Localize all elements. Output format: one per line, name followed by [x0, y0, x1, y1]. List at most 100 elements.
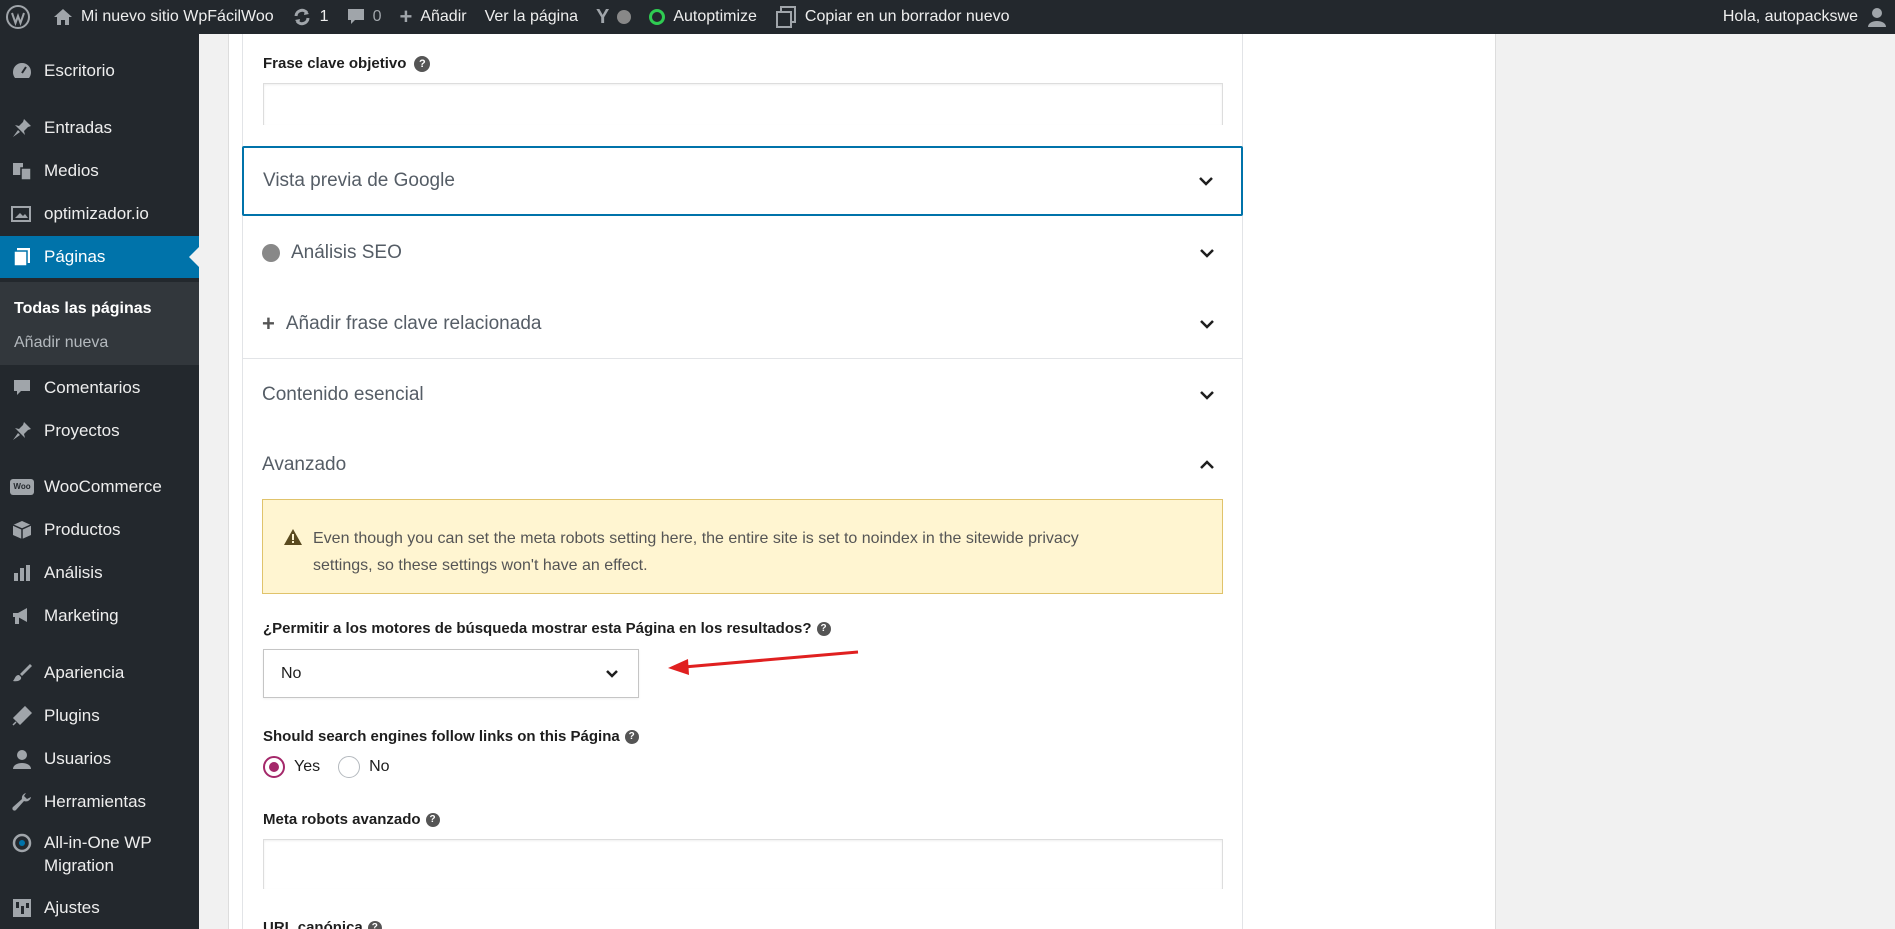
sidebar-item-escritorio[interactable]: Escritorio: [0, 51, 199, 91]
wordpress-icon: [6, 5, 30, 29]
wordpress-logo-button[interactable]: [0, 0, 44, 34]
box-icon: [0, 520, 44, 540]
focus-keyphrase-input[interactable]: [263, 83, 1223, 125]
sidebar-item-proyectos[interactable]: Proyectos: [0, 411, 199, 451]
dashboard-icon: [0, 61, 44, 81]
meta-robots-label: Meta robots avanzado ?: [263, 811, 440, 828]
sidebar-item-analisis[interactable]: Análisis: [0, 553, 199, 593]
chevron-down-icon: [604, 666, 620, 687]
sidebar-item-label: WooCommerce: [44, 477, 162, 496]
notice-text: Even though you can set the meta robots …: [313, 525, 1079, 593]
sidebar-item-label: All-in-One WP: [44, 833, 152, 852]
cornerstone-toggle[interactable]: Contenido esencial: [243, 360, 1242, 430]
pin-icon: [0, 118, 44, 138]
pin-icon: [0, 421, 44, 441]
sidebar-item-all-in-one-migration[interactable]: All-in-One WP Migration: [0, 824, 199, 882]
meta-robots-input[interactable]: [263, 839, 1223, 889]
allow-search-text: ¿Permitir a los motores de búsqueda most…: [263, 620, 812, 637]
sidebar-item-ajustes[interactable]: Ajustes: [0, 888, 199, 928]
related-keyphrase-toggle[interactable]: + Añadir frase clave relacionada: [243, 289, 1242, 359]
help-icon[interactable]: ?: [414, 55, 431, 72]
sidebar-item-label: Medios: [44, 161, 99, 180]
sidebar-item-label: Ajustes: [44, 898, 100, 917]
sidebar-item-optimizador[interactable]: optimizador.io: [0, 194, 199, 234]
site-name-link[interactable]: Mi nuevo sitio WpFácilWoo: [44, 0, 283, 34]
admin-sidebar: Escritorio Entradas Medios optimizador.i…: [0, 34, 199, 929]
sidebar-item-paginas[interactable]: Páginas: [0, 236, 199, 278]
canonical-url-label: URL canónica ?: [263, 919, 382, 929]
sidebar-item-label: Apariencia: [44, 663, 125, 682]
comments-count: 0: [372, 8, 382, 25]
brush-icon: [0, 663, 44, 683]
sidebar-item-label: Comentarios: [44, 378, 141, 397]
plus-icon: +: [399, 4, 413, 29]
site-name: Mi nuevo sitio WpFácilWoo: [81, 8, 274, 25]
sidebar-item-usuarios[interactable]: Usuarios: [0, 739, 199, 779]
migration-icon: [0, 831, 44, 853]
pages-icon: [0, 247, 44, 267]
copy-draft-label: Copiar en un borrador nuevo: [804, 8, 1010, 25]
submenu-add-new[interactable]: Añadir nueva: [14, 334, 108, 352]
comments-link[interactable]: 0: [338, 0, 391, 34]
yoast-icon: Y: [595, 5, 610, 28]
autoptimize-menu[interactable]: Autoptimize: [640, 0, 766, 34]
cornerstone-label: Contenido esencial: [262, 384, 424, 405]
sidebar-item-entradas[interactable]: Entradas: [0, 108, 199, 148]
sidebar-item-label: Análisis: [44, 563, 103, 582]
new-content-link[interactable]: + Añadir: [390, 0, 475, 34]
settings-icon: [0, 898, 44, 918]
sidebar-item-apariencia[interactable]: Apariencia: [0, 653, 199, 693]
follow-no-label[interactable]: No: [369, 758, 389, 776]
allow-search-value: No: [281, 664, 302, 682]
sidebar-item-plugins[interactable]: Plugins: [0, 696, 199, 736]
megaphone-icon: [0, 606, 44, 626]
help-icon[interactable]: ?: [367, 920, 382, 929]
sidebar-item-medios[interactable]: Medios: [0, 151, 199, 191]
chevron-up-icon: [1198, 456, 1216, 480]
seo-analysis-toggle[interactable]: Análisis SEO: [243, 218, 1242, 288]
sidebar-item-marketing[interactable]: Marketing: [0, 596, 199, 636]
sidebar-item-comentarios[interactable]: Comentarios: [0, 368, 199, 408]
sidebar-item-label: Herramientas: [44, 792, 147, 811]
follow-yes-radio[interactable]: [263, 756, 285, 778]
yoast-menu[interactable]: Y: [587, 0, 640, 34]
updates-link[interactable]: 1: [283, 0, 338, 34]
sidebar-item-herramientas[interactable]: Herramientas: [0, 782, 199, 822]
sidebar-item-label: optimizador.io: [44, 204, 149, 223]
help-icon[interactable]: ?: [425, 812, 440, 827]
help-icon[interactable]: ?: [624, 729, 639, 744]
user-icon: [0, 749, 44, 769]
sidebar-item-label: Productos: [44, 520, 121, 539]
sidebar-item-label: Marketing: [44, 606, 119, 625]
view-page-link[interactable]: Ver la página: [476, 0, 587, 34]
woo-icon: Woo: [0, 479, 44, 495]
sidebar-item-label: Páginas: [44, 247, 106, 266]
sidebar-item-productos[interactable]: Productos: [0, 510, 199, 550]
copy-draft-link[interactable]: Copiar en un borrador nuevo: [766, 0, 1019, 34]
follow-yes-label[interactable]: Yes: [294, 758, 320, 776]
advanced-toggle[interactable]: Avanzado: [243, 430, 1242, 500]
allow-search-label: ¿Permitir a los motores de búsqueda most…: [263, 620, 831, 637]
google-preview-toggle[interactable]: Vista previa de Google: [242, 146, 1243, 216]
help-icon[interactable]: ?: [816, 621, 831, 636]
submenu-all-pages[interactable]: Todas las páginas: [14, 300, 152, 318]
google-preview-label: Vista previa de Google: [263, 170, 455, 191]
seo-analysis-label: Análisis SEO: [291, 242, 402, 263]
greeting: Hola, autopackswe: [1722, 8, 1858, 25]
sidebar-item-woocommerce[interactable]: Woo WooCommerce: [0, 467, 199, 507]
follow-no-radio[interactable]: [338, 756, 361, 778]
follow-links-radio-group: Yes No: [263, 756, 408, 778]
chevron-down-icon: [1198, 315, 1216, 339]
my-account-link[interactable]: Hola, autopackswe: [1714, 0, 1895, 34]
advanced-label: Avanzado: [262, 454, 347, 475]
allow-search-select[interactable]: No: [263, 649, 639, 698]
updates-icon: [292, 7, 312, 27]
sidebar-item-label: Proyectos: [44, 421, 120, 440]
view-page-label: Ver la página: [484, 8, 578, 25]
sidebar-item-label-line2: Migration: [44, 856, 114, 875]
bar-chart-icon: [0, 563, 44, 583]
autoptimize-status-icon: [649, 9, 666, 25]
notice-line-1: Even though you can set the meta robots …: [313, 530, 1079, 547]
new-label: Añadir: [420, 8, 467, 25]
active-indicator: [189, 247, 199, 267]
